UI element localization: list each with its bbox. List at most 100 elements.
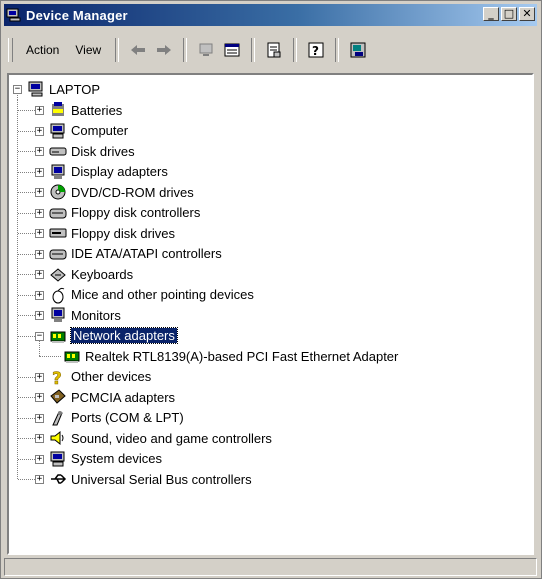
monitor-icon: [49, 163, 67, 181]
expand-toggle[interactable]: +: [35, 372, 44, 382]
expand-toggle[interactable]: +: [35, 229, 44, 238]
monitor-icon: [49, 306, 67, 324]
minimize-button[interactable]: _: [483, 7, 499, 21]
expand-toggle[interactable]: +: [35, 311, 44, 320]
controller-icon: [49, 204, 67, 222]
tree-item-display-adapters[interactable]: Display adapters: [49, 162, 168, 182]
tree-item-label: System devices: [71, 451, 163, 466]
speaker-icon: [49, 429, 67, 447]
tree-item-label: Network adapters: [70, 327, 178, 344]
battery-icon: [49, 101, 67, 119]
svg-text:?: ?: [312, 44, 319, 58]
computer-icon: [27, 80, 45, 98]
tree-item-sound-video-and-game-controllers[interactable]: Sound, video and game controllers: [49, 428, 272, 448]
expand-toggle[interactable]: +: [35, 106, 44, 115]
tree-root[interactable]: LAPTOP: [27, 79, 100, 99]
properties-list-icon[interactable]: [223, 41, 241, 59]
tree-item-network-adapter-device[interactable]: Realtek RTL8139(A)-based PCI Fast Ethern…: [63, 346, 398, 366]
toolbar-separator: [115, 38, 120, 62]
expand-toggle[interactable]: +: [35, 147, 44, 156]
back-arrow-icon[interactable]: [129, 41, 147, 59]
tree-item-label: Keyboards: [71, 266, 134, 282]
expand-toggle[interactable]: +: [35, 454, 44, 464]
view-menu[interactable]: View: [67, 41, 109, 59]
maximize-button[interactable]: □: [501, 7, 517, 21]
expand-toggle[interactable]: +: [35, 434, 44, 443]
root-collapse-toggle[interactable]: −: [13, 85, 22, 94]
expand-toggle[interactable]: +: [35, 126, 44, 136]
device-manager-window: Device Manager _ □ ✕ Action View ? − LAP…: [0, 0, 542, 579]
tree-item-label: Floppy disk controllers: [71, 205, 201, 220]
help-icon[interactable]: ?: [307, 41, 325, 59]
mouse-icon: [49, 286, 67, 304]
expand-toggle[interactable]: +: [35, 290, 44, 300]
close-button[interactable]: ✕: [519, 7, 535, 21]
expand-toggle[interactable]: +: [35, 270, 44, 279]
tree-item-batteries[interactable]: Batteries: [49, 100, 122, 120]
tree-item-ports-com-lpt[interactable]: Ports (COM & LPT): [49, 408, 184, 428]
computer-icon: [49, 450, 67, 468]
tree-item-ide-ata-atapi-controllers[interactable]: IDE ATA/ATAPI controllers: [49, 244, 222, 264]
tree-item-floppy-disk-controllers[interactable]: Floppy disk controllers: [49, 203, 200, 223]
device-manager-icon: [6, 7, 22, 23]
tree-item-label: Computer: [71, 123, 129, 138]
network-adapter-device-label: Realtek RTL8139(A)-based PCI Fast Ethern…: [85, 348, 399, 364]
tree-item-universal-serial-bus-controllers[interactable]: Universal Serial Bus controllers: [49, 469, 252, 489]
tree-item-label: IDE ATA/ATAPI controllers: [71, 246, 222, 261]
tree-item-monitors[interactable]: Monitors: [49, 305, 121, 325]
computer-icon: [49, 122, 67, 140]
network-card-icon: [49, 327, 67, 345]
tree-item-other-devices[interactable]: ? Other devices: [49, 367, 151, 387]
usb-icon: [49, 470, 67, 488]
tree-item-dvd-cd-rom-drives[interactable]: DVD/CD-ROM drives: [49, 182, 194, 202]
pcmcia-icon: [49, 388, 67, 406]
tree-item-label: Other devices: [71, 369, 152, 384]
root-label: LAPTOP: [49, 81, 101, 97]
title-bar[interactable]: Device Manager _ □ ✕: [4, 4, 537, 26]
disk-drive-icon: [49, 142, 67, 160]
tree-item-label: Monitors: [71, 307, 121, 323]
svg-text:?: ?: [52, 369, 62, 386]
tree-item-mice-and-other-pointing-devices[interactable]: Mice and other pointing devices: [49, 285, 254, 305]
tree-item-label: Disk drives: [71, 143, 135, 159]
tree-item-computer[interactable]: Computer: [49, 121, 128, 141]
tree-item-network-adapters[interactable]: Network adapters: [49, 326, 178, 346]
controller-icon: [49, 245, 67, 263]
tree-item-label: Ports (COM & LPT): [71, 410, 184, 425]
toolbar-grip[interactable]: [8, 38, 13, 62]
tree-item-label: PCMCIA adapters: [71, 389, 176, 405]
device-tree[interactable]: − LAPTOP + Batteries + Computer + Disk drives…: [7, 73, 534, 555]
action-menu[interactable]: Action: [18, 41, 67, 59]
status-bar: [4, 558, 537, 576]
keyboard-icon: [49, 265, 67, 283]
expand-toggle[interactable]: +: [35, 188, 44, 197]
toolbar-separator: [183, 38, 188, 62]
expand-toggle[interactable]: +: [35, 393, 44, 402]
question-icon: ?: [49, 368, 67, 386]
expand-toggle[interactable]: +: [35, 475, 44, 484]
toolbar-separator: [335, 38, 340, 62]
expand-toggle[interactable]: +: [35, 167, 44, 177]
tree-item-label: Sound, video and game controllers: [71, 430, 272, 446]
cd-drive-icon: [49, 183, 67, 201]
tree-item-label: DVD/CD-ROM drives: [71, 184, 194, 200]
scan-hardware-icon[interactable]: [349, 41, 367, 59]
tree-item-floppy-disk-drives[interactable]: Floppy disk drives: [49, 223, 175, 243]
expand-toggle[interactable]: +: [35, 249, 44, 259]
properties-icon[interactable]: [265, 41, 283, 59]
toolbar-separator: [293, 38, 298, 62]
tree-item-disk-drives[interactable]: Disk drives: [49, 141, 135, 161]
tree-item-label: Display adapters: [71, 164, 168, 179]
expand-toggle[interactable]: +: [35, 413, 44, 423]
forward-arrow-icon[interactable]: [155, 41, 173, 59]
computer-icon[interactable]: [197, 41, 215, 59]
expand-toggle[interactable]: −: [35, 331, 44, 341]
toolbar-separator: [251, 38, 256, 62]
toolbar: Action View ?: [4, 31, 537, 69]
tree-item-pcmcia-adapters[interactable]: PCMCIA adapters: [49, 387, 175, 407]
expand-toggle[interactable]: +: [35, 208, 44, 218]
tree-item-system-devices[interactable]: System devices: [49, 449, 162, 469]
network-card-icon: [63, 347, 81, 365]
port-icon: [49, 409, 67, 427]
tree-item-keyboards[interactable]: Keyboards: [49, 264, 133, 284]
